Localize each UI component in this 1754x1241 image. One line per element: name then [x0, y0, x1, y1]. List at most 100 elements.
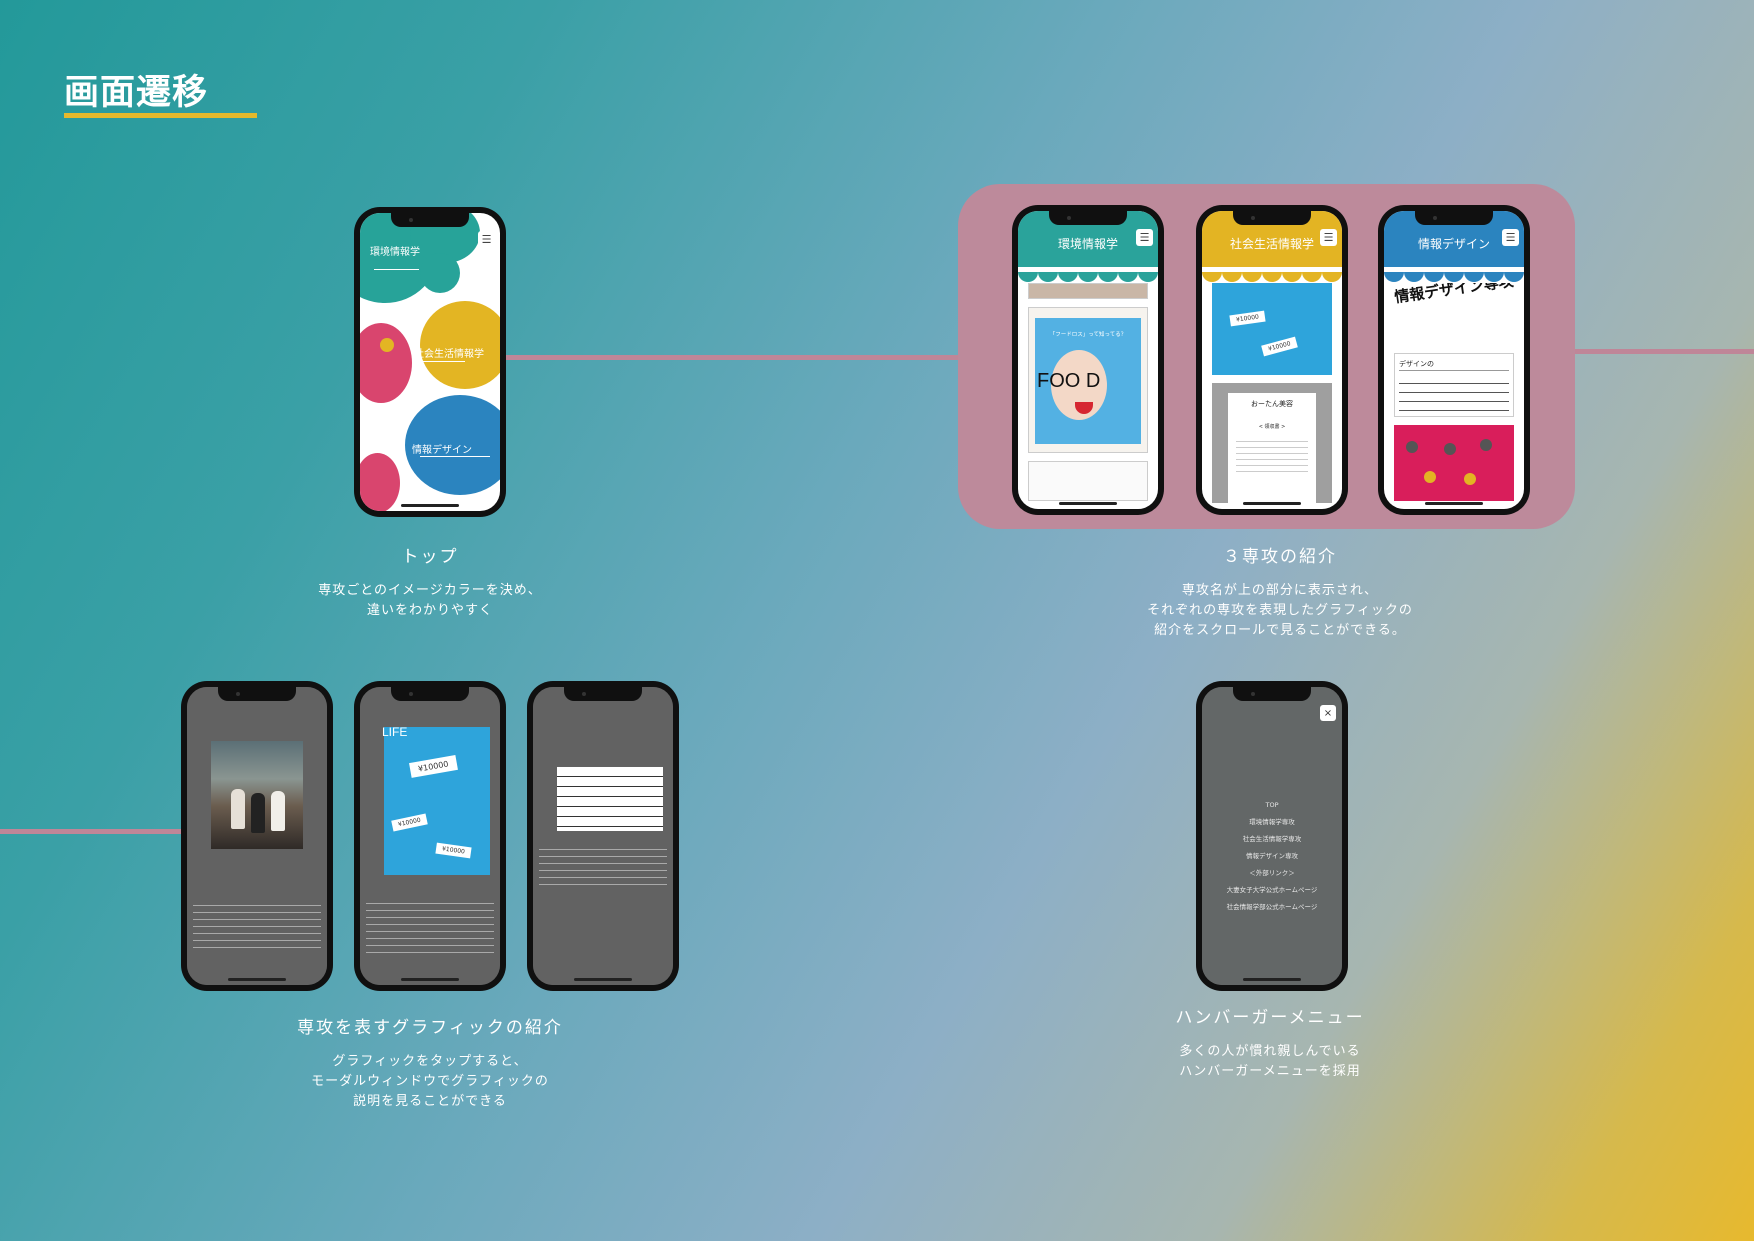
menu-screen: × TOP 環境情報学専攻 社会生活情報学専攻 情報デザイン専攻 ＜外部リンク＞… — [1202, 687, 1342, 985]
connector-majors-right — [1574, 349, 1754, 354]
flying-bill: ¥10000 — [435, 842, 472, 859]
menu-item-top[interactable]: TOP — [1202, 797, 1342, 814]
poster-blue: 「フードロス」って知ってる？ FOO D — [1035, 318, 1141, 444]
gear-dot — [1464, 473, 1476, 485]
modal-photo — [211, 741, 303, 849]
title-underline — [64, 113, 257, 118]
person-figure — [251, 793, 265, 833]
caption-line: それぞれの専攻を表現したグラフィックの — [1147, 603, 1413, 618]
caption-majors: ３専攻の紹介 専攻名が上の部分に表示され、 それぞれの専攻を表現したグラフィック… — [1080, 542, 1480, 641]
modal-note — [557, 767, 663, 831]
phone-notch — [1415, 211, 1493, 225]
graphic-card-pattern[interactable] — [1394, 425, 1514, 501]
menu-item-environment[interactable]: 環境情報学専攻 — [1202, 814, 1342, 831]
header-wave — [1202, 267, 1342, 282]
modal-screen — [187, 687, 327, 985]
flying-bill: ¥10000 — [391, 813, 428, 832]
gear-dot — [1406, 441, 1418, 453]
hamburger-icon[interactable]: ☰ — [478, 231, 495, 248]
major-screen: 情報デザイン ☰ 情報デザイン専攻 デザインの — [1384, 211, 1524, 509]
phone-major-environment: 環境情報学 ☰ 「フードロス」って知ってる？ FOO D — [1012, 205, 1164, 515]
caption-line: 違いをわかりやすく — [366, 603, 493, 618]
modal-overlay[interactable] — [533, 687, 673, 985]
top-label-line — [420, 361, 465, 362]
modal-screen: LIFE ¥10000 ¥10000 ¥10000 — [360, 687, 500, 985]
phone-notch — [1049, 211, 1127, 225]
home-indicator — [574, 978, 632, 981]
caption-description: 専攻ごとのイメージカラーを決め、 違いをわかりやすく — [280, 581, 580, 621]
menu-item-social[interactable]: 社会生活情報学専攻 — [1202, 831, 1342, 848]
top-label-environment[interactable]: 環境情報学 — [370, 243, 420, 258]
close-icon[interactable]: × — [1320, 705, 1336, 721]
graphic-card-food[interactable]: 「フードロス」って知ってる？ FOO D — [1028, 307, 1148, 453]
header-wave — [1018, 267, 1158, 282]
connector-top-to-majors — [500, 355, 960, 360]
header-wave — [1384, 267, 1524, 282]
caption-top: トップ 専攻ごとのイメージカラーを決め、 違いをわかりやすく — [280, 542, 580, 621]
person-figure — [231, 789, 245, 829]
caption-title: トップ — [401, 547, 459, 567]
graphic-card-thumb[interactable] — [1028, 283, 1148, 299]
major-screen: 環境情報学 ☰ 「フードロス」って知ってる？ FOO D — [1018, 211, 1158, 509]
menu-link-university[interactable]: 大妻女子大学公式ホームページ — [1202, 882, 1342, 899]
typography-pattern: 情報デザイン専攻 — [1394, 283, 1514, 307]
menu-item-design[interactable]: 情報デザイン専攻 — [1202, 848, 1342, 865]
phone-major-social: 社会生活情報学 ☰ ¥10000 ¥10000 おーたん美容 < 領収書 > — [1196, 205, 1348, 515]
modal-description — [366, 897, 494, 955]
pink-dot — [380, 338, 394, 352]
modal-description — [539, 843, 667, 889]
hamburger-icon[interactable]: ☰ — [1320, 229, 1337, 246]
teal-splash — [420, 253, 460, 293]
caption-line: 紹介をスクロールで見ることができる。 — [1154, 623, 1406, 638]
phone-hamburger-menu: × TOP 環境情報学専攻 社会生活情報学専攻 情報デザイン専攻 ＜外部リンク＞… — [1196, 681, 1348, 991]
pink-splash — [360, 453, 400, 511]
graphic-card-money[interactable]: ¥10000 ¥10000 — [1212, 283, 1332, 375]
home-indicator — [401, 504, 459, 507]
caption-description: 専攻名が上の部分に表示され、 それぞれの専攻を表現したグラフィックの 紹介をスク… — [1080, 581, 1480, 641]
caption-title: ハンバーガーメニュー — [1175, 1008, 1365, 1028]
hamburger-icon[interactable]: ☰ — [1136, 229, 1153, 246]
caption-description: 多くの人が慣れ親しんでいる ハンバーガーメニューを採用 — [1120, 1042, 1420, 1082]
flying-bill: ¥10000 — [1229, 310, 1266, 327]
gear-dot — [1424, 471, 1436, 483]
graphic-card-typography[interactable]: 情報デザイン専攻 — [1394, 283, 1514, 347]
gear-dot — [1444, 443, 1456, 455]
phone-notch — [218, 687, 296, 701]
phone-modal-photo — [181, 681, 333, 991]
phone-notch — [1233, 211, 1311, 225]
receipt-title: おーたん美容 — [1251, 400, 1293, 408]
top-label-design[interactable]: 情報デザイン — [412, 441, 472, 456]
home-indicator — [1425, 502, 1483, 505]
poster-heading: 「フードロス」って知ってる？ — [1049, 332, 1127, 338]
graphic-card-note[interactable]: デザインの — [1394, 353, 1514, 417]
poster-label: LIFE — [382, 725, 408, 739]
home-indicator — [1243, 978, 1301, 981]
caption-title: 専攻を表すグラフィックの紹介 — [297, 1018, 563, 1038]
phone-notch — [391, 213, 469, 227]
menu-link-faculty[interactable]: 社会情報学部公式ホームページ — [1202, 899, 1342, 916]
top-label-line — [374, 269, 419, 270]
receipt-lines — [1236, 436, 1308, 476]
pink-splash — [360, 323, 412, 403]
phone-major-design: 情報デザイン ☰ 情報デザイン専攻 デザインの — [1378, 205, 1530, 515]
note-text: デザインの — [1399, 358, 1509, 371]
caption-line: グラフィックをタップすると、 — [332, 1054, 528, 1069]
top-screen: ☰ 環境情報学 社会生活情報学 情報デザイン — [360, 213, 500, 511]
menu-list: TOP 環境情報学専攻 社会生活情報学専攻 情報デザイン専攻 ＜外部リンク＞ 大… — [1202, 797, 1342, 916]
gear-dot — [1480, 439, 1492, 451]
hamburger-icon[interactable]: ☰ — [1502, 229, 1519, 246]
caption-line: モーダルウィンドウでグラフィックの — [311, 1074, 549, 1089]
top-label-social[interactable]: 社会生活情報学 — [414, 345, 484, 360]
caption-line: 説明を見ることができる — [353, 1094, 507, 1109]
phone-modal-life: LIFE ¥10000 ¥10000 ¥10000 — [354, 681, 506, 991]
receipt: おーたん美容 < 領収書 > — [1228, 393, 1316, 503]
graphic-card-receipt[interactable]: おーたん美容 < 領収書 > — [1212, 383, 1332, 503]
flying-bill: ¥10000 — [409, 755, 458, 778]
graphic-card-next[interactable] — [1028, 461, 1148, 501]
caption-description: グラフィックをタップすると、 モーダルウィンドウでグラフィックの 説明を見ること… — [250, 1052, 610, 1112]
caption-graphics: 専攻を表すグラフィックの紹介 グラフィックをタップすると、 モーダルウィンドウで… — [250, 1013, 610, 1112]
caption-line: ハンバーガーメニューを採用 — [1179, 1064, 1361, 1079]
page-title: 画面遷移 — [64, 73, 209, 113]
top-label-line — [420, 456, 490, 457]
menu-external-heading: ＜外部リンク＞ — [1249, 869, 1295, 877]
